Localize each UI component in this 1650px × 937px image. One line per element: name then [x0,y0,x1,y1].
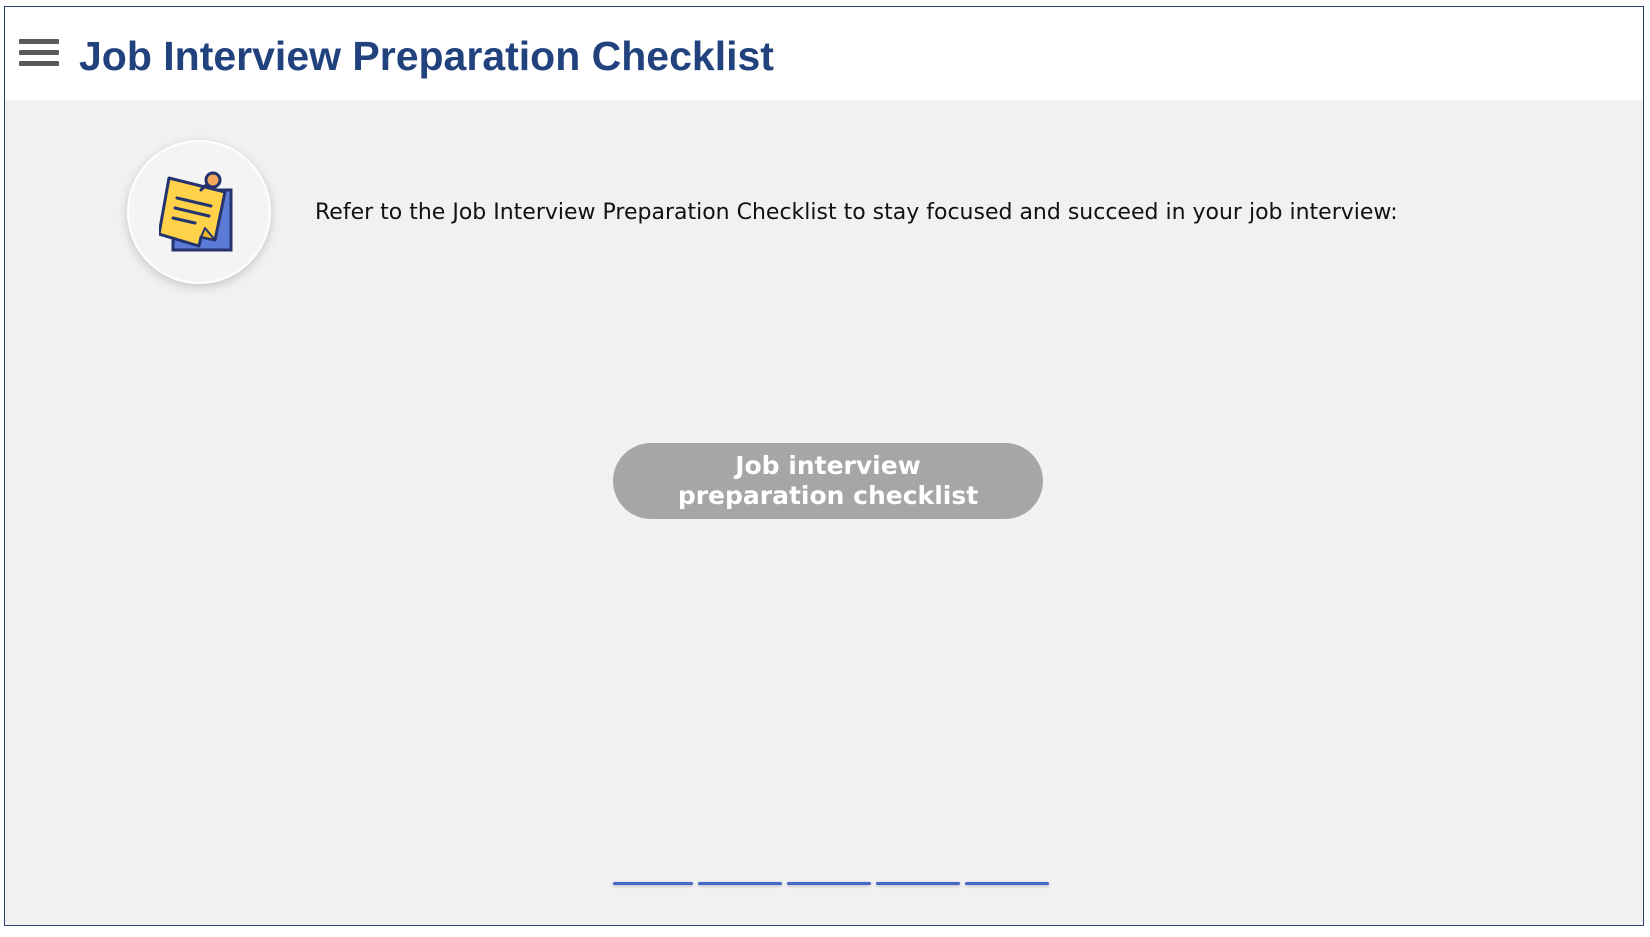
page-indicator-5[interactable] [965,882,1049,885]
hamburger-menu-icon[interactable] [19,39,59,69]
checklist-button-line2: preparation checklist [677,481,979,510]
header-bar: Job Interview Preparation Checklist [5,7,1643,100]
page-indicator-2[interactable] [698,882,782,885]
menu-line [19,39,59,44]
page-indicator-1[interactable] [613,882,693,885]
sticky-note-icon [159,171,233,252]
checklist-button[interactable]: Job interview preparation checklist [613,443,1043,519]
page-indicator [613,882,1049,888]
menu-line [19,61,59,66]
menu-line [19,50,59,55]
checklist-button-line1: Job interview [735,451,921,480]
page-indicator-4[interactable] [876,882,960,885]
app-frame: Job Interview Preparation Checklist Refe… [4,6,1644,926]
intro-text: Refer to the Job Interview Preparation C… [315,200,1398,225]
page-title: Job Interview Preparation Checklist [79,33,774,79]
page-indicator-3[interactable] [787,882,871,885]
sticky-note-icon-badge [127,140,271,284]
